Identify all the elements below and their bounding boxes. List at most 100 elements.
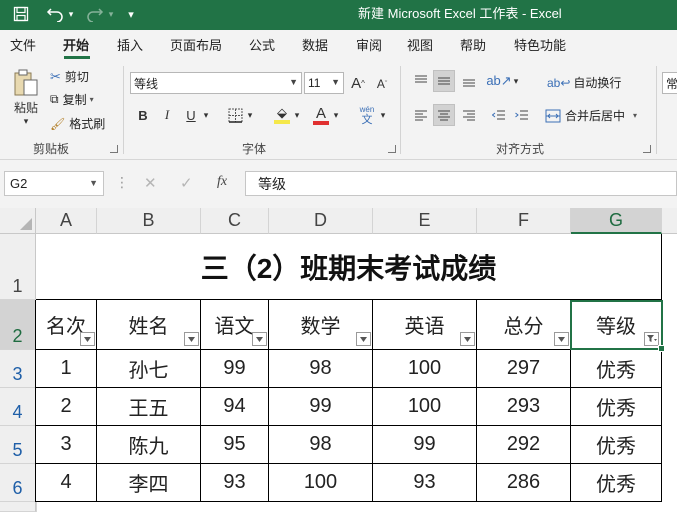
empty-row[interactable]: [36, 502, 677, 512]
font-color-button[interactable]: A: [311, 103, 331, 127]
paste-dropdown-icon[interactable]: ▾: [24, 116, 29, 127]
table-cell[interactable]: 3: [36, 426, 97, 464]
table-cell[interactable]: 100: [373, 388, 477, 426]
underline-button[interactable]: U: [182, 104, 200, 126]
copy-dropdown-icon[interactable]: ▾: [90, 95, 94, 104]
table-cell[interactable]: 293: [477, 388, 571, 426]
align-bottom-button[interactable]: [458, 70, 480, 92]
tab-insert[interactable]: 插入: [117, 35, 143, 54]
filter-active-button[interactable]: [644, 332, 659, 346]
phonetic-dropdown-icon[interactable]: ▾: [378, 104, 388, 126]
column-header-h[interactable]: [662, 208, 677, 234]
font-color-dropdown-icon[interactable]: ▾: [331, 104, 341, 126]
undo-icon[interactable]: [44, 4, 66, 24]
filter-dropdown-button[interactable]: [554, 332, 569, 346]
orientation-button[interactable]: ab↗: [486, 70, 511, 92]
align-left-button[interactable]: [410, 104, 432, 126]
tab-view[interactable]: 视图: [407, 35, 433, 54]
filter-dropdown-button[interactable]: [252, 332, 267, 346]
format-painter-button[interactable]: 🖌 格式刷: [50, 115, 105, 132]
filter-dropdown-button[interactable]: [460, 332, 475, 346]
merge-center-button[interactable]: 合并后居中 ▾: [545, 107, 637, 124]
column-header-g[interactable]: G: [571, 208, 662, 234]
table-cell[interactable]: 98: [269, 350, 373, 388]
table-cell[interactable]: 100: [373, 350, 477, 388]
fill-handle[interactable]: [658, 345, 665, 352]
table-cell[interactable]: 1: [36, 350, 97, 388]
underline-dropdown-icon[interactable]: ▾: [201, 104, 211, 126]
merge-dropdown-icon[interactable]: ▾: [633, 111, 637, 120]
tab-file[interactable]: 文件: [10, 35, 36, 54]
tab-formulas[interactable]: 公式: [249, 35, 275, 54]
select-all-button[interactable]: [0, 208, 36, 234]
align-center-button[interactable]: [433, 104, 455, 126]
undo-dropdown-icon[interactable]: ▾: [66, 4, 76, 24]
column-header-a[interactable]: A: [36, 208, 97, 234]
table-cell[interactable]: 优秀: [571, 464, 662, 502]
font-launcher-icon[interactable]: [388, 145, 396, 153]
table-cell[interactable]: 286: [477, 464, 571, 502]
save-icon[interactable]: [10, 4, 32, 24]
filter-dropdown-button[interactable]: [80, 332, 95, 346]
align-top-button[interactable]: [410, 70, 432, 92]
table-cell[interactable]: 100: [269, 464, 373, 502]
table-cell[interactable]: 99: [269, 388, 373, 426]
cancel-icon[interactable]: ✕: [144, 174, 157, 192]
table-cell[interactable]: 4: [36, 464, 97, 502]
table-cell[interactable]: 优秀: [571, 426, 662, 464]
number-format-select[interactable]: 常: [662, 72, 677, 94]
tab-review[interactable]: 审阅: [356, 35, 382, 54]
tab-data[interactable]: 数据: [302, 35, 328, 54]
table-cell[interactable]: 94: [201, 388, 269, 426]
table-cell[interactable]: 优秀: [571, 350, 662, 388]
borders-button[interactable]: [226, 105, 244, 125]
align-middle-button[interactable]: [433, 70, 455, 92]
column-header-f[interactable]: F: [477, 208, 571, 234]
sheet-title[interactable]: 三（2）班期末考试成绩: [36, 234, 662, 300]
paste-button[interactable]: 粘贴 ▾: [8, 66, 44, 130]
bold-button[interactable]: B: [134, 104, 152, 126]
borders-dropdown-icon[interactable]: ▾: [245, 104, 255, 126]
row-header-5[interactable]: 5: [0, 426, 36, 464]
redo-dropdown-icon[interactable]: ▾: [106, 4, 116, 24]
increase-indent-button[interactable]: [511, 104, 533, 126]
row-header-3[interactable]: 3: [0, 350, 36, 388]
enter-icon[interactable]: ✓: [180, 174, 193, 192]
row-header-4[interactable]: 4: [0, 388, 36, 426]
tab-help[interactable]: 帮助: [460, 35, 486, 54]
tab-special-features[interactable]: 特色功能: [514, 35, 566, 54]
copy-button[interactable]: ⧉ 复制 ▾: [50, 91, 94, 108]
italic-button[interactable]: I: [158, 104, 176, 126]
formula-input[interactable]: 等级: [245, 171, 677, 196]
row-header-2[interactable]: 2: [0, 300, 36, 350]
font-size-select[interactable]: 11 ▼: [304, 72, 344, 94]
alignment-launcher-icon[interactable]: [643, 145, 651, 153]
column-header-d[interactable]: D: [269, 208, 373, 234]
align-right-button[interactable]: [458, 104, 480, 126]
table-cell[interactable]: 99: [373, 426, 477, 464]
font-name-select[interactable]: 等线 ▼: [130, 72, 302, 94]
fill-color-dropdown-icon[interactable]: ▾: [292, 104, 302, 126]
table-cell[interactable]: 93: [373, 464, 477, 502]
row-header-7[interactable]: [0, 502, 36, 512]
insert-function-icon[interactable]: fx: [217, 174, 227, 190]
table-cell[interactable]: 孙七: [97, 350, 201, 388]
table-cell[interactable]: 王五: [97, 388, 201, 426]
table-cell[interactable]: 93: [201, 464, 269, 502]
table-cell[interactable]: 李四: [97, 464, 201, 502]
table-cell[interactable]: 2: [36, 388, 97, 426]
table-cell[interactable]: 292: [477, 426, 571, 464]
clipboard-launcher-icon[interactable]: [110, 145, 118, 153]
table-cell[interactable]: 优秀: [571, 388, 662, 426]
cut-button[interactable]: ✂ 剪切: [50, 68, 89, 85]
orientation-dropdown-icon[interactable]: ▾: [511, 70, 521, 92]
customize-icon[interactable]: ▾: [124, 4, 138, 24]
redo-icon[interactable]: [84, 4, 106, 24]
wrap-text-button[interactable]: ab↩ 自动换行: [547, 74, 621, 91]
tab-page-layout[interactable]: 页面布局: [170, 35, 222, 54]
column-header-b[interactable]: B: [97, 208, 201, 234]
fill-color-button[interactable]: ⬙: [272, 103, 292, 127]
table-cell[interactable]: 陈九: [97, 426, 201, 464]
filter-dropdown-button[interactable]: [184, 332, 199, 346]
table-cell[interactable]: 95: [201, 426, 269, 464]
